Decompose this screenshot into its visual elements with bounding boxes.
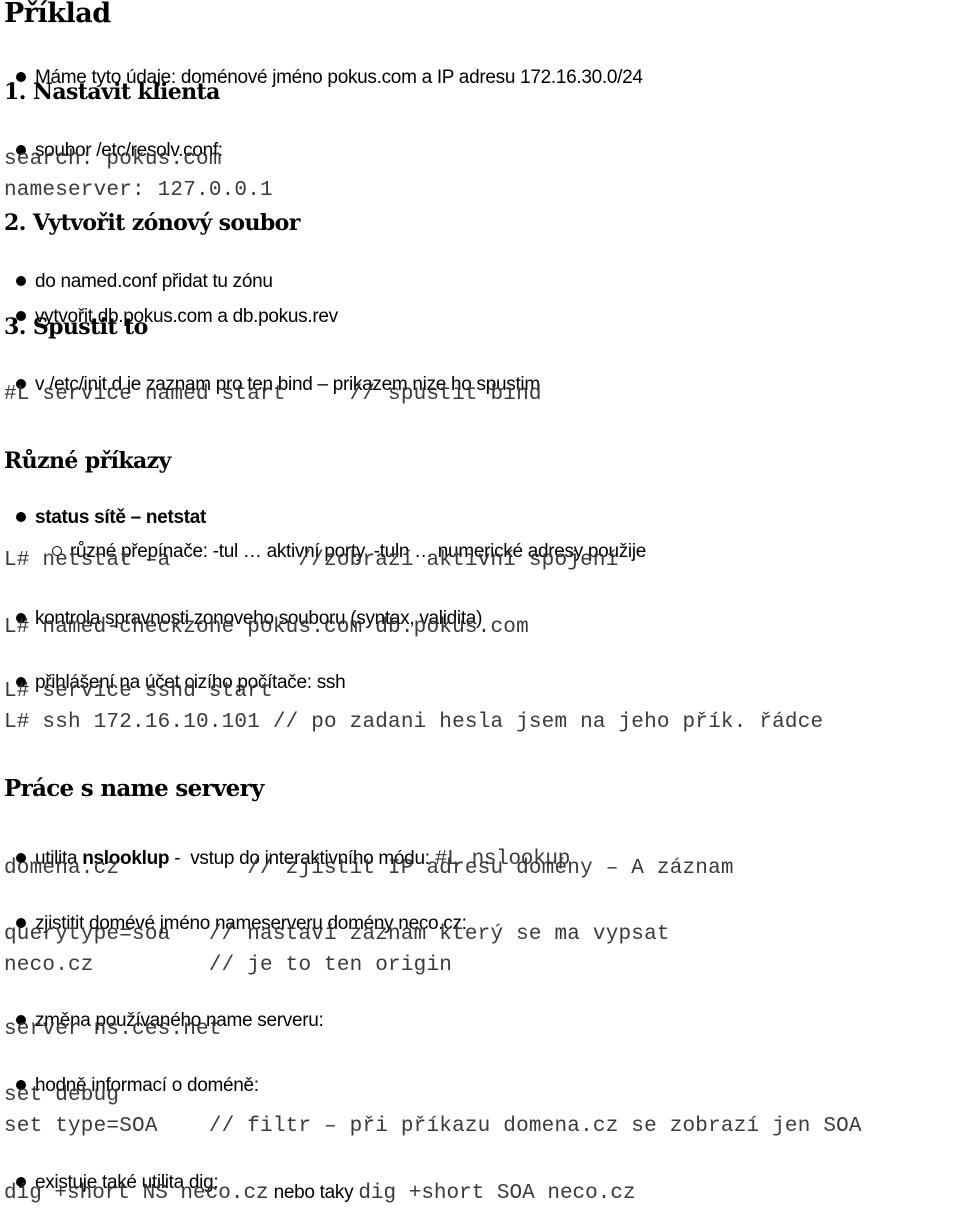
code-line: querytype=soa // nastavi zaznam který se… [4,923,670,946]
dig-code-ns: dig +short NS neco.cz [4,1182,269,1205]
section-heading: Práce s name servery [4,775,264,802]
code-line: nameserver: 127.0.0.1 [4,179,273,202]
code-line: L# named-checkzone pokus.com db.pokus.co… [4,616,529,639]
dig-code-line: dig +short NS neco.cz nebo taky dig +sho… [4,1182,636,1205]
page-title: Příklad [4,0,111,29]
code-line: L# service sshd start [4,680,273,703]
code-line: #L service named start // spustit bind [4,383,542,406]
dig-code-soa: dig +short SOA neco.cz [358,1182,636,1205]
step2-heading: 2. Vytvořit zónový soubor [4,210,300,236]
code-line: set debug [4,1084,120,1107]
code-line: neco.cz // je to ten origin [4,954,453,977]
code-line: server ns.ces.net [4,1018,222,1041]
step3-heading: 3. Spustit to [4,314,148,340]
code-line: L# netstat –a //zobrazí aktivní spojení [4,549,619,572]
dig-middle-text: nebo taky [268,1182,359,1203]
section-heading: Různé příkazy [4,448,171,474]
code-line: domena.cz // zjistit IP adresu domény – … [4,857,734,880]
code-line: L# ssh 172.16.10.101 // po zadani hesla … [4,711,824,734]
code-line: search: pokus.com [4,148,222,171]
step1-heading: 1. Nastavit klienta [4,79,220,105]
bullet-icon [15,511,26,522]
code-line: set type=SOA // filtr – při příkazu dome… [4,1115,862,1138]
